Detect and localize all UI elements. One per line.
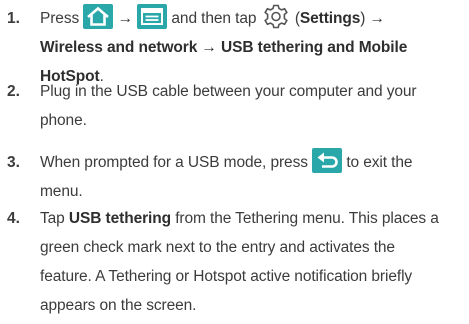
step-text-segment: Tap <box>40 210 65 227</box>
step-text: Tap USB tethering from the Tethering men… <box>40 204 465 320</box>
arrow-glyph: → <box>369 10 386 27</box>
home-icon <box>83 4 114 30</box>
step-text-segment: to exit the <box>346 154 413 171</box>
step-line: Press → and then tap (Settings) → <box>40 4 465 33</box>
settings-gear-icon <box>261 3 291 30</box>
step-number: 4. <box>7 210 20 227</box>
menu-icon <box>137 4 168 30</box>
step-line: When prompted for a USB mode, press to e… <box>40 148 465 177</box>
step-line: phone. <box>40 112 87 129</box>
settings-label: Settings <box>299 10 361 27</box>
arrow-glyph: → <box>117 10 134 27</box>
step-text-segment: and then tap <box>171 10 257 27</box>
step-text: When prompted for a USB mode, press to e… <box>40 148 465 206</box>
step-line: Plug in the USB cable between your compu… <box>40 83 417 100</box>
back-icon <box>312 148 343 174</box>
step-number: 1. <box>7 10 20 27</box>
step-text-segment: Press <box>40 10 80 27</box>
step-number: 3. <box>7 154 20 171</box>
step-text: Plug in the USB cable between your compu… <box>40 77 465 135</box>
step-text-segment: When prompted for a USB mode, press <box>40 154 308 171</box>
usb-tethering-label: USB tethering <box>68 210 171 227</box>
step-line: green check mark next to the entry and a… <box>40 239 395 256</box>
step-text-segment: from the Tethering menu. This places a <box>175 210 439 227</box>
step-line: feature. A Tethering or Hotspot active n… <box>40 268 413 285</box>
step-line: menu. <box>40 183 83 200</box>
step-number: 2. <box>7 83 20 100</box>
step-line: appears on the screen. <box>40 297 197 314</box>
instructions-document: 1. Press → and then tap (Settings) → Wir… <box>0 0 469 324</box>
step-line: Tap USB tethering from the Tethering men… <box>40 204 465 233</box>
